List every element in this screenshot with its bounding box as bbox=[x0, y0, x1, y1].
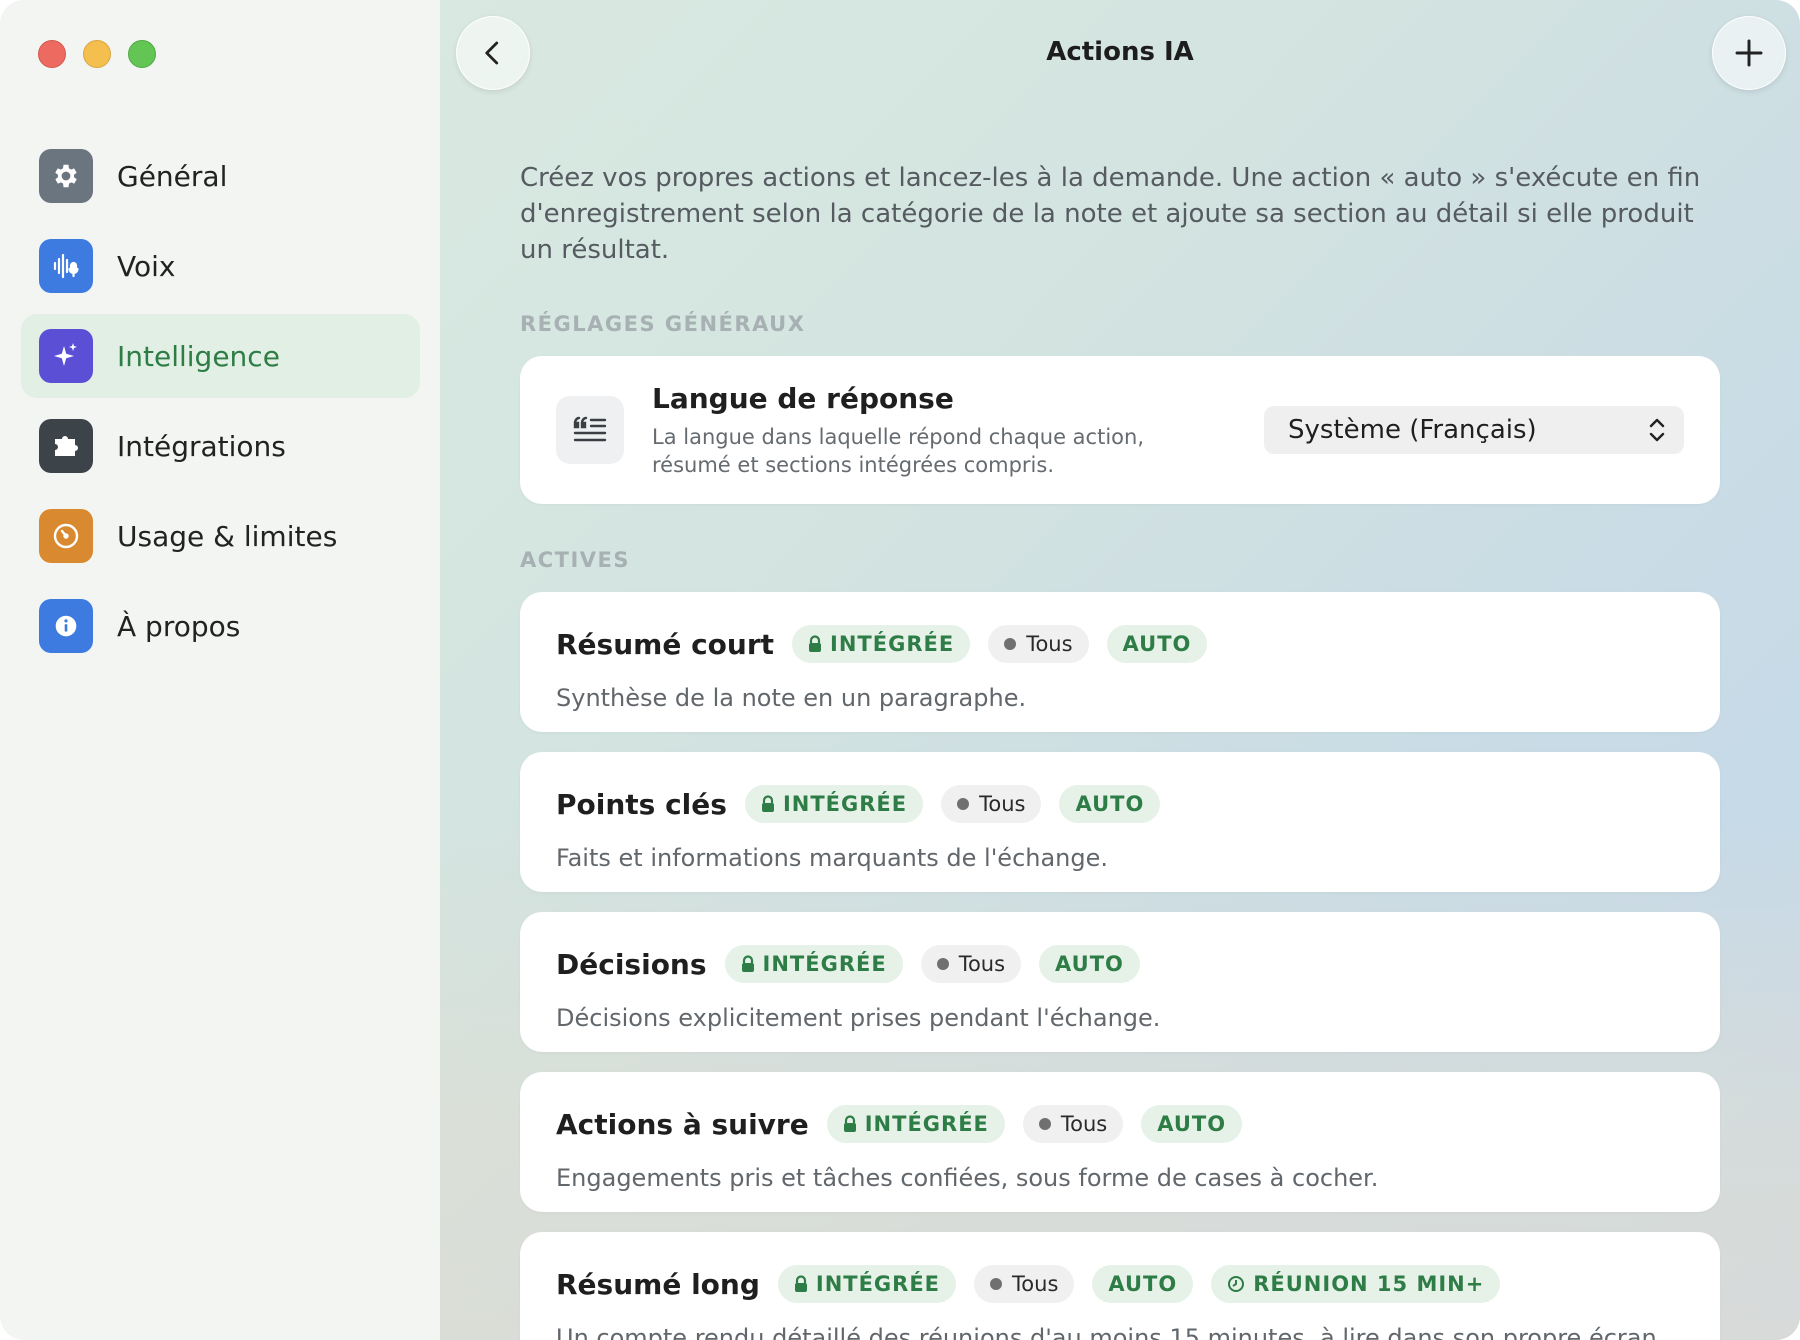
action-header: Résumé long INTÉGRÉE Tous AUTO RÉUNION 1… bbox=[556, 1262, 1684, 1306]
sparkles-icon bbox=[39, 329, 93, 383]
action-description: Engagements pris et tâches confiées, sou… bbox=[556, 1164, 1379, 1192]
zoom-window-button[interactable] bbox=[128, 40, 156, 68]
scope-badge: Tous bbox=[974, 1265, 1075, 1303]
sidebar-item-label: Général bbox=[117, 159, 228, 193]
language-select[interactable]: Système (Français) bbox=[1264, 406, 1684, 454]
lock-icon bbox=[741, 955, 754, 972]
section-header-actives: ACTIVES bbox=[520, 548, 631, 572]
minimize-window-button[interactable] bbox=[83, 40, 111, 68]
dot-icon bbox=[1038, 1118, 1051, 1130]
scope-badge: Tous bbox=[920, 945, 1022, 983]
action-card[interactable]: Actions à suivre INTÉGRÉE Tous AUTO Enga… bbox=[520, 1072, 1720, 1212]
action-description: Un compte rendu détaillé des réunions d'… bbox=[556, 1324, 1665, 1340]
dot-icon bbox=[1004, 638, 1017, 650]
puzzle-plug-icon bbox=[39, 419, 93, 473]
action-description: Décisions explicitement prises pendant l… bbox=[556, 1004, 1161, 1032]
scope-badge: Tous bbox=[1022, 1105, 1124, 1143]
duration-badge: RÉUNION 15 MIN+ bbox=[1211, 1265, 1501, 1303]
auto-badge: AUTO bbox=[1106, 625, 1208, 663]
action-title: Décisions bbox=[556, 947, 707, 981]
toolbar: Actions IA bbox=[440, 0, 1800, 104]
action-card[interactable]: Résumé court INTÉGRÉE Tous AUTO Synthèse… bbox=[520, 592, 1720, 732]
action-title: Points clés bbox=[556, 787, 727, 821]
add-action-button[interactable] bbox=[1712, 16, 1786, 90]
auto-badge: AUTO bbox=[1141, 1105, 1243, 1143]
dot-icon bbox=[936, 958, 949, 970]
auto-badge: AUTO bbox=[1092, 1265, 1194, 1303]
language-title: Langue de réponse bbox=[652, 381, 954, 415]
auto-badge: AUTO bbox=[1059, 785, 1161, 823]
sidebar-item-general[interactable]: Général bbox=[21, 134, 420, 218]
lock-icon bbox=[843, 1115, 856, 1132]
sidebar-item-usage[interactable]: Usage & limites bbox=[21, 494, 420, 578]
chevron-left-icon bbox=[485, 41, 499, 65]
chevron-up-down-icon bbox=[1649, 418, 1665, 442]
action-title: Actions à suivre bbox=[556, 1107, 809, 1141]
action-card[interactable]: Points clés INTÉGRÉE Tous AUTO Faits et … bbox=[520, 752, 1720, 892]
close-window-button[interactable] bbox=[38, 40, 66, 68]
action-description: Faits et informations marquants de l'éch… bbox=[556, 844, 1109, 872]
clock-icon bbox=[1228, 1276, 1245, 1292]
sidebar-item-about[interactable]: À propos bbox=[21, 584, 420, 668]
quote-text-icon bbox=[556, 396, 624, 464]
language-select-value: Système (Français) bbox=[1288, 415, 1537, 445]
action-header: Décisions INTÉGRÉE Tous AUTO bbox=[556, 942, 1684, 986]
scope-badge: Tous bbox=[941, 785, 1042, 823]
sidebar-item-label: Intégrations bbox=[117, 429, 286, 463]
language-description: La langue dans laquelle répond chaque ac… bbox=[652, 424, 1145, 477]
builtin-badge: INTÉGRÉE bbox=[744, 785, 924, 823]
gear-icon bbox=[39, 149, 93, 203]
action-header: Points clés INTÉGRÉE Tous AUTO bbox=[556, 782, 1684, 826]
plus-icon bbox=[1735, 39, 1763, 67]
builtin-badge: INTÉGRÉE bbox=[792, 625, 971, 663]
gauge-icon bbox=[39, 509, 93, 563]
sidebar-item-label: À propos bbox=[117, 609, 241, 643]
dot-icon bbox=[957, 798, 970, 810]
settings-window: Général Voix Intelligence Intégrations U… bbox=[0, 0, 1800, 1340]
builtin-badge: INTÉGRÉE bbox=[724, 945, 903, 983]
action-title: Résumé court bbox=[556, 627, 775, 661]
sidebar-nav: Général Voix Intelligence Intégrations U… bbox=[21, 134, 420, 674]
intro-text: Créez vos propres actions et lancez-les … bbox=[520, 163, 1701, 265]
builtin-badge: INTÉGRÉE bbox=[826, 1105, 1005, 1143]
action-header: Actions à suivre INTÉGRÉE Tous AUTO bbox=[556, 1102, 1684, 1146]
builtin-badge: INTÉGRÉE bbox=[777, 1265, 957, 1303]
action-description: Synthèse de la note en un paragraphe. bbox=[556, 684, 1027, 712]
main-pane: Actions IA Créez vos propres actions et … bbox=[440, 0, 1800, 1340]
action-title: Résumé long bbox=[556, 1267, 760, 1301]
lock-icon bbox=[809, 635, 822, 652]
back-button[interactable] bbox=[456, 16, 530, 90]
section-header-general: RÉGLAGES GÉNÉRAUX bbox=[520, 312, 806, 336]
sidebar-item-label: Voix bbox=[117, 249, 176, 283]
action-header: Résumé court INTÉGRÉE Tous AUTO bbox=[556, 622, 1684, 666]
sidebar-item-intelligence[interactable]: Intelligence bbox=[21, 314, 420, 398]
auto-badge: AUTO bbox=[1039, 945, 1140, 983]
sidebar-item-voice[interactable]: Voix bbox=[21, 224, 420, 308]
action-card[interactable]: Résumé long INTÉGRÉE Tous AUTO RÉUNION 1… bbox=[520, 1232, 1720, 1340]
language-card: Langue de réponse La langue dans laquell… bbox=[520, 356, 1720, 504]
lock-icon bbox=[761, 795, 774, 812]
info-icon bbox=[39, 599, 93, 653]
dot-icon bbox=[990, 1278, 1003, 1290]
sidebar-item-label: Usage & limites bbox=[117, 519, 338, 553]
scope-badge: Tous bbox=[988, 625, 1089, 663]
sidebar-item-integrations[interactable]: Intégrations bbox=[21, 404, 420, 488]
window-controls bbox=[38, 40, 156, 68]
action-card[interactable]: Décisions INTÉGRÉE Tous AUTO Décisions e… bbox=[520, 912, 1720, 1052]
sidebar-item-label: Intelligence bbox=[117, 339, 280, 373]
page-title: Actions IA bbox=[1046, 37, 1194, 67]
lock-icon bbox=[794, 1275, 807, 1292]
content: Créez vos propres actions et lancez-les … bbox=[520, 160, 1720, 1340]
language-text: Langue de réponse La langue dans laquell… bbox=[652, 382, 1264, 479]
sidebar: Général Voix Intelligence Intégrations U… bbox=[0, 0, 440, 1340]
waveform-mic-icon bbox=[39, 239, 93, 293]
